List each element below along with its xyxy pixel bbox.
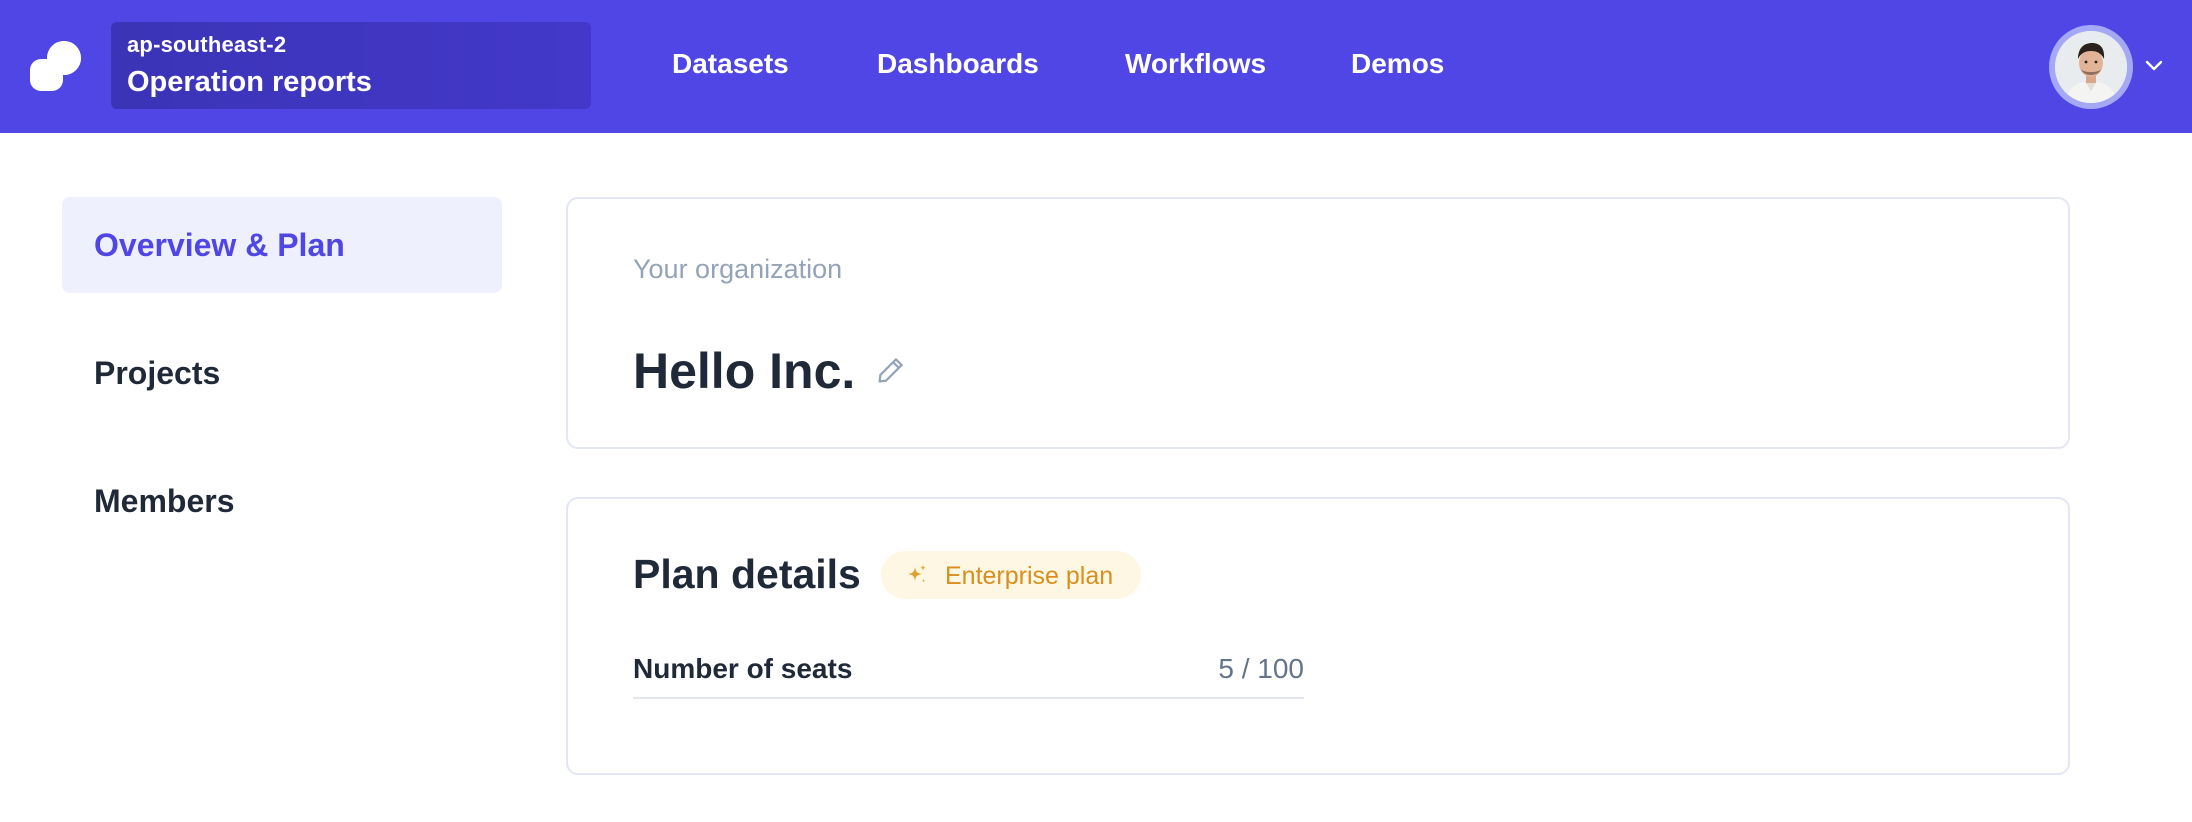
chevron-down-icon[interactable]: [2144, 55, 2164, 75]
organization-name: Hello Inc.: [633, 343, 856, 399]
sidebar-item-projects[interactable]: Projects: [62, 325, 502, 421]
plan-badge-label: Enterprise plan: [945, 562, 1114, 590]
user-avatar-button[interactable]: [2049, 25, 2133, 109]
user-portrait-icon: [2055, 31, 2127, 103]
seats-row: Number of seats 5 / 100: [633, 639, 1304, 699]
sparkles-icon: [908, 565, 926, 583]
organization-caption: Your organization: [633, 254, 843, 284]
org-name-label: Operation reports: [127, 66, 372, 98]
sidebar-item-overview-plan[interactable]: Overview & Plan: [62, 197, 502, 293]
sidebar-item-label: Projects: [94, 355, 221, 391]
plan-details-title: Plan details: [633, 551, 861, 597]
top-navigation-bar: ap-southeast-2 Operation reports Dataset…: [0, 0, 2192, 133]
pencil-icon[interactable]: [874, 353, 908, 387]
nav-demos[interactable]: Demos: [1351, 48, 1444, 80]
organization-card: Your organization Hello Inc.: [566, 197, 2070, 449]
organization-switcher[interactable]: ap-southeast-2 Operation reports: [111, 22, 591, 109]
plan-badge: Enterprise plan: [881, 551, 1141, 599]
seats-value: 5 / 100: [1218, 653, 1304, 684]
nav-workflows[interactable]: Workflows: [1125, 48, 1266, 80]
nav-datasets[interactable]: Datasets: [672, 48, 789, 80]
nav-dashboards[interactable]: Dashboards: [877, 48, 1039, 80]
sidebar-item-label: Members: [94, 483, 235, 519]
seats-label: Number of seats: [633, 653, 853, 684]
sidebar-item-label: Overview & Plan: [94, 227, 345, 263]
org-region-label: ap-southeast-2: [127, 32, 287, 57]
avatar: [2055, 31, 2127, 103]
app-logo-icon[interactable]: [28, 40, 84, 92]
plan-details-card: Plan details Enterprise plan Number of s…: [566, 497, 2070, 775]
sidebar-item-members[interactable]: Members: [62, 453, 502, 549]
